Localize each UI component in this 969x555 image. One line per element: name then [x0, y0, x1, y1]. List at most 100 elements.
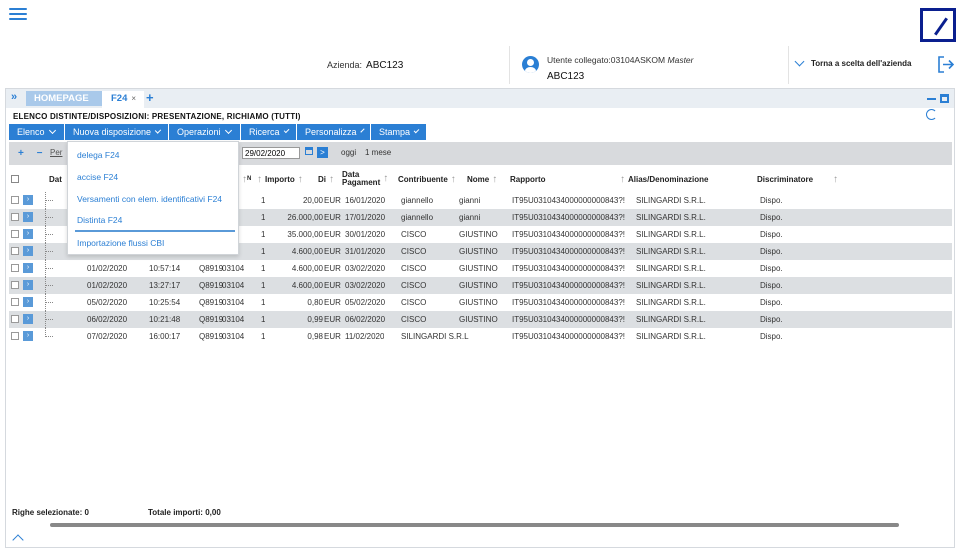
sort-icon: ↑ — [329, 173, 334, 185]
cell-rapporto: IT95U0310434000000000843?! — [512, 315, 625, 324]
menu-operazioni[interactable]: Operazioni — [169, 124, 241, 140]
select-all-checkbox[interactable] — [11, 175, 19, 183]
cell-contribuente: CISCO — [401, 264, 427, 273]
dropdown-item-delega-f24[interactable]: delega F24 — [77, 150, 120, 160]
dropdown-item-importazione-cbi[interactable]: Importazione flussi CBI — [77, 238, 164, 248]
row-expand-icon[interactable]: › — [23, 246, 33, 256]
menu-personalizza[interactable]: Personalizza — [297, 124, 371, 140]
back-to-company-link[interactable]: Torna a scelta dell'azienda — [794, 56, 911, 68]
col-header-data-pagamento[interactable]: Data Pagament ↑ — [342, 166, 388, 192]
dropdown-item-versamenti-f24[interactable]: Versamenti con elem. identificativi F24 — [77, 194, 222, 204]
row-checkbox[interactable] — [11, 213, 19, 221]
cell-discr: Dispo. — [760, 332, 783, 341]
row-checkbox[interactable] — [11, 332, 19, 340]
apply-filter-button[interactable]: > — [317, 147, 328, 158]
cell-data-pag: 31/01/2020 — [345, 247, 386, 256]
menu-ricerca[interactable]: Ricerca — [241, 124, 297, 140]
row-expand-icon[interactable]: › — [23, 297, 33, 307]
cell-n: 1 — [261, 298, 266, 307]
cell-data: 01/02/2020 — [87, 281, 128, 290]
row-checkbox[interactable] — [11, 315, 19, 323]
cell-contribuente: giannello — [401, 196, 434, 205]
cell-alias: SILINGARDI S.R.L. — [636, 247, 706, 256]
cell-cod: Q8919 — [199, 264, 224, 273]
cell-discr: Dispo. — [760, 230, 783, 239]
row-checkbox[interactable] — [11, 196, 19, 204]
cell-rapporto: IT95U0310434000000000843?! — [512, 332, 625, 341]
sort-icon: ↑ — [450, 173, 456, 185]
row-expand-icon[interactable]: › — [23, 331, 33, 341]
filter-one-month-link[interactable]: 1 mese — [365, 148, 391, 157]
row-checkbox[interactable] — [11, 281, 19, 289]
cell-cod: Q8919 — [199, 281, 224, 290]
table-row[interactable]: › 05/02/2020 10:25:54 Q8919 03104 1 0,80 EUR 05/… — [9, 294, 952, 311]
menu-hamburger-icon[interactable] — [9, 8, 27, 21]
cell-rapporto: IT95U0310434000000000843?! — [512, 213, 625, 222]
table-row[interactable]: › 01/02/2020 13:27:17 Q8919 03104 1 4.600,00 EU… — [9, 277, 952, 294]
cell-importo: 0,98 — [307, 332, 323, 341]
row-expand-icon[interactable]: › — [23, 195, 33, 205]
col-header-alias[interactable]: ↑ Alias/Denominazione — [620, 166, 708, 192]
cell-importo: 35.000,00 — [287, 230, 323, 239]
cell-discr: Dispo. — [760, 196, 783, 205]
cell-discr: Dispo. — [760, 281, 783, 290]
tree-connector — [45, 285, 53, 286]
company-info: Azienda: ABC123 — [327, 60, 403, 71]
chevron-down-icon — [794, 56, 805, 67]
row-checkbox[interactable] — [11, 247, 19, 255]
menu-stampa[interactable]: Stampa — [371, 124, 427, 140]
row-expand-icon[interactable]: › — [23, 212, 33, 222]
row-checkbox[interactable] — [11, 298, 19, 306]
minimize-icon[interactable] — [927, 98, 936, 100]
cell-rapporto: IT95U0310434000000000843?! — [512, 264, 625, 273]
refresh-icon[interactable] — [926, 109, 937, 120]
tab-close-icon[interactable]: × — [131, 94, 136, 103]
sort-icon: ↑ — [620, 173, 625, 185]
total-amount-label: Totale importi: — [148, 508, 203, 517]
menu-elenco[interactable]: Elenco — [9, 124, 65, 140]
cell-discr: Dispo. — [760, 247, 783, 256]
dropdown-item-accise-f24[interactable]: accise F24 — [77, 172, 118, 182]
cell-ora: 10:57:14 — [149, 264, 181, 273]
selected-rows-label: Righe selezionate: — [12, 508, 83, 517]
chevron-up-icon[interactable] — [12, 534, 24, 546]
col-header-rapporto[interactable]: Rapporto — [510, 166, 546, 192]
col-header-data[interactable]: Dat — [49, 166, 62, 192]
cell-importo: 26.000,00 — [287, 213, 323, 222]
row-expand-icon[interactable]: › — [23, 229, 33, 239]
table-row[interactable]: › 07/02/2020 16:00:17 Q8919 03104 1 0,98 EUR 11/… — [9, 328, 952, 345]
menu-nuova-disposizione[interactable]: Nuova disposizione — [65, 124, 169, 140]
date-to-field[interactable] — [242, 147, 300, 159]
cell-rapporto: IT95U0310434000000000843?! — [512, 196, 625, 205]
cell-data: 01/02/2020 — [87, 264, 128, 273]
table-row[interactable]: › 06/02/2020 10:21:48 Q8919 03104 1 0,99 EUR 06/… — [9, 311, 952, 328]
tab-f24[interactable]: F24 × — [102, 91, 144, 108]
table-row[interactable]: › 01/02/2020 10:57:14 Q8919 03104 1 4.600,00 EU… — [9, 260, 952, 277]
calendar-icon[interactable] — [305, 147, 313, 155]
logout-icon[interactable] — [938, 56, 954, 73]
row-expand-icon[interactable]: › — [23, 314, 33, 324]
cell-importo: 4.600,00 — [291, 281, 323, 290]
expand-sidebar-icon[interactable]: » — [11, 91, 17, 103]
period-label[interactable]: Per — [50, 148, 62, 157]
add-tab-button[interactable]: + — [146, 90, 154, 105]
col-header-nome[interactable]: Nome ↑ — [467, 166, 497, 192]
col-header-n[interactable]: ↑ N — [242, 166, 251, 192]
row-expand-icon[interactable]: › — [23, 263, 33, 273]
cell-discr: Dispo. — [760, 264, 783, 273]
filter-today-link[interactable]: oggi — [341, 148, 356, 157]
col-header-discriminatore[interactable]: Discriminatore ↑ — [757, 166, 838, 192]
horizontal-scrollbar[interactable] — [50, 523, 899, 527]
row-checkbox[interactable] — [11, 264, 19, 272]
col-header-divisa[interactable]: Di ↑ — [318, 166, 334, 192]
cell-contribuente: SILINGARDI S.R.L — [401, 332, 469, 341]
row-expand-icon[interactable]: › — [23, 280, 33, 290]
dropdown-item-distinta-f24[interactable]: Distinta F24 — [77, 215, 122, 225]
col-header-contribuente[interactable]: Contribuente ↑ — [398, 166, 456, 192]
user-role: Master — [667, 55, 694, 65]
col-header-importo[interactable]: ↑ Importo ↑ — [257, 166, 303, 192]
row-checkbox[interactable] — [11, 230, 19, 238]
expand-collapse-all-button[interactable]: + − — [18, 148, 47, 159]
tab-homepage[interactable]: HOMEPAGE — [26, 91, 102, 106]
maximize-icon[interactable] — [940, 94, 949, 103]
